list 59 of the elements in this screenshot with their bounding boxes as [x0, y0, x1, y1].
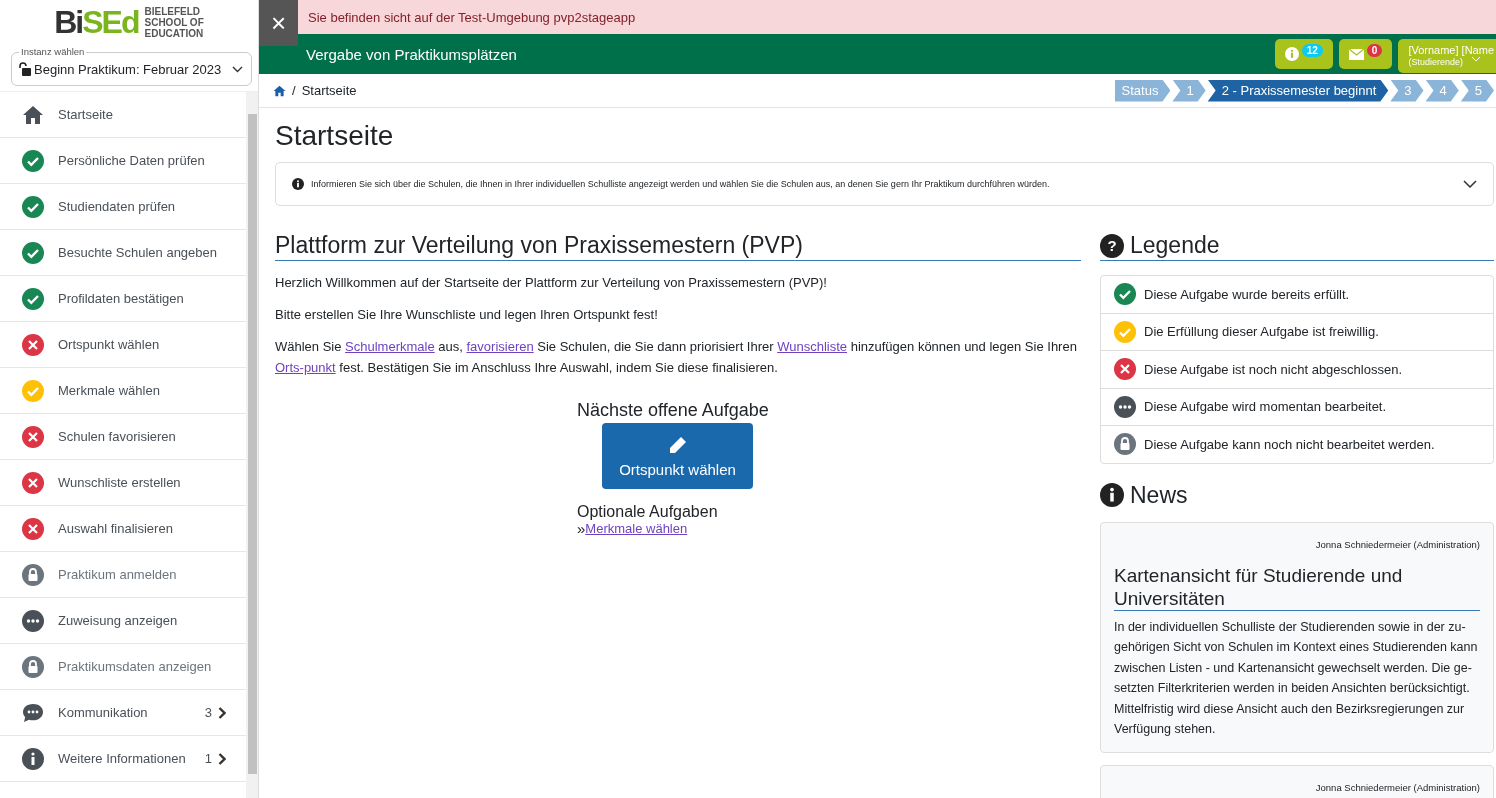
intro-paragraph: Bitte erstellen Sie Ihre Wunschliste und legen Ihren Ortspunkt fest! — [275, 306, 659, 324]
app-title: Vergabe von Praktikumsplätzen — [306, 45, 517, 63]
sidebar-item[interactable]: Praktikum anmelden — [0, 552, 246, 598]
legend-text: Die Erfüllung dieser Aufgabe ist freiwillig. — [1144, 324, 1379, 340]
sidebar-item[interactable]: Ortspunkt wählen — [0, 322, 246, 368]
count-badge: 0 — [1366, 43, 1383, 57]
breadcrumb-separator: / — [292, 83, 296, 98]
count-badge: 12 — [1301, 43, 1323, 57]
logo-text: EDUCATION — [144, 27, 204, 39]
item-count: 1 — [204, 751, 212, 766]
news-body: In der individuellen Schulliste der Studierenden sowie in der zu-gehörigen Sicht von Schulen im Kontext eines Studierenden kann zwischen Listen - und Kartenansicht gewechselt werden. Die ge-setzten Filterkriterien werden in beiden Ansichten berücksichtigt. Mittelfristig wird diese Ansicht auch den Bezirksregierungen zur Verfügung stehen. — [1114, 618, 1479, 738]
sidebar-item[interactable]: Auswahl finalisieren — [0, 506, 246, 552]
sidebar-item[interactable]: Weitere Informationen 1 — [0, 736, 246, 782]
section-heading: Plattform zur Verteilung von Praxissemestern (PVP) — [275, 232, 1081, 261]
sidebar-item[interactable]: Persönliche Daten prüfen — [0, 138, 246, 184]
section-heading: News — [1130, 481, 1188, 509]
test-environment-banner: Sie befinden sicht auf der Test-Umgebung pvp2stageapp — [298, 0, 1496, 34]
item-count: 3 — [204, 705, 212, 720]
sidebar-item[interactable]: Merkmale wählen — [0, 368, 246, 414]
task-heading: Nächste offene Aufgabe — [577, 400, 769, 421]
sidebar-item[interactable]: Praktikumsdaten anzeigen — [0, 644, 246, 690]
task-heading: Optionale Aufgaben — [577, 503, 718, 521]
intro-paragraph: Wählen Sie Schulmerkmale aus, favorisieren Sie Schulen, die Sie dann priorisiert Ihrer Wunschliste hinzufügen können und legen Sie Ihren Orts-punkt fest. Bestätigen Sie im Anschluss Ihre Auswahl, indem Sie diese finalisieren. — [275, 338, 1078, 377]
messages-button[interactable]: 0 — [1338, 39, 1393, 69]
page-title: Startseite — [275, 120, 395, 152]
sidebar-item[interactable]: Startseite — [0, 92, 246, 138]
news-title: Kartenansicht für Studierende und Universitäten — [1114, 563, 1480, 611]
breadcrumb-link[interactable]: Startseite — [301, 83, 357, 98]
next-task-button[interactable]: Ortspunkt wählen — [602, 423, 753, 489]
sidebar-item[interactable]: Besuchte Schulen angeben — [0, 230, 246, 276]
text-link[interactable]: Schulmerkmale — [345, 339, 435, 354]
question-circle-icon: ? — [1100, 233, 1124, 258]
sidebar-item[interactable]: Wunschliste erstellen — [0, 460, 246, 506]
logo-text: SCHOOL OF — [144, 16, 204, 28]
sidebar-item[interactable]: Studiendaten prüfen — [0, 184, 246, 230]
sidebar-item[interactable]: Kommunikation 3 — [0, 690, 246, 736]
sidebar-item[interactable]: Profildaten bestätigen — [0, 276, 246, 322]
info-panel[interactable]: Informieren Sie sich über die Schulen, die Ihnen in Ihrer individuellen Schulliste angezeigt werden und wählen Sie die Schulen aus, an denen Sie gern Ihr Praktikum durchführen würden. — [275, 162, 1494, 206]
text-link[interactable]: favorisieren — [466, 339, 534, 354]
news-author: Jonna Schniedermeier (Administration) — [1314, 538, 1480, 550]
text-link[interactable]: Wunschliste — [777, 339, 848, 354]
task-link[interactable]: Merkmale wählen — [585, 521, 688, 536]
legend-text: Diese Aufgabe wurde bereits erfüllt. — [1144, 286, 1350, 302]
progress-step[interactable]: 2 - Praxissemester beginnt — [1207, 79, 1389, 102]
legend-text: Diese Aufgabe kann noch nicht bearbeitet werden. — [1144, 436, 1435, 452]
close-button[interactable]: × — [259, 0, 298, 46]
sidebar-item[interactable]: Zuweisung anzeigen — [0, 598, 246, 644]
legend-text: Diese Aufgabe ist noch nicht abgeschlossen. — [1144, 361, 1402, 377]
double-chevron-icon: » — [577, 521, 586, 536]
select-label: Instanz wählen — [19, 46, 87, 57]
section-heading: Legende — [1130, 232, 1220, 259]
logo-wordmark: BiSEd — [54, 6, 139, 38]
sidebar-item[interactable]: Schulen favorisieren — [0, 414, 246, 460]
info-text: Informieren Sie sich über die Schulen, die Ihnen in Ihrer individuellen Schulliste angezeigt werden und wählen Sie die Schulen aus, an denen Sie gern Ihr Praktikum durchführen würden. — [311, 179, 1051, 189]
news-author: Jonna Schniedermeier (Administration) — [1314, 781, 1480, 793]
text-link[interactable]: Orts-punkt — [275, 360, 336, 375]
legend-text: Diese Aufgabe wird momentan bearbeitet. — [1144, 399, 1387, 415]
logo-text: BIELEFELD — [144, 5, 202, 17]
intro-paragraph: Herzlich Willkommen auf der Startseite der Plattform zur Verteilung von Praxissemestern (PVP)! — [275, 274, 828, 292]
